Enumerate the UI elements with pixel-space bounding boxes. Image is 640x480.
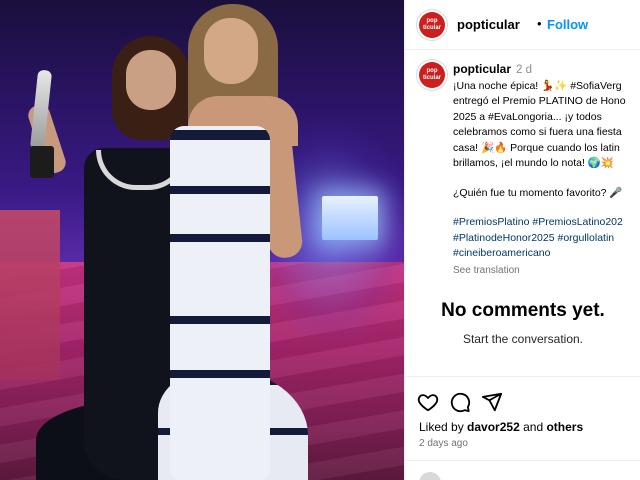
divider bbox=[405, 376, 640, 377]
stage-screen bbox=[322, 196, 378, 240]
likes-prefix: Liked by bbox=[419, 420, 464, 434]
caption-time[interactable]: 2 d bbox=[516, 64, 532, 76]
post-sidebar: pop ticular popticular • Follow pop ticu… bbox=[404, 0, 640, 480]
woman-right-face bbox=[204, 18, 258, 84]
caption-handle[interactable]: popticular bbox=[453, 62, 511, 76]
post-actions bbox=[417, 390, 503, 414]
post-date[interactable]: 2 days ago bbox=[419, 438, 468, 449]
woman-left-face bbox=[126, 50, 176, 110]
follow-button[interactable]: Follow bbox=[547, 17, 588, 32]
share-icon[interactable] bbox=[481, 391, 503, 413]
liked-by-user[interactable]: davor252 bbox=[467, 420, 520, 434]
likes-summary: Liked by davor252 and others bbox=[419, 420, 583, 434]
comment-icon[interactable] bbox=[449, 391, 471, 413]
post-header: pop ticular popticular • Follow bbox=[405, 0, 640, 50]
caption-avatar[interactable]: pop ticular bbox=[419, 62, 445, 88]
account-handle[interactable]: popticular bbox=[457, 17, 520, 32]
hashtag-line[interactable]: #cineiberoamericano bbox=[453, 246, 640, 262]
hashtag-line[interactable]: #PlatinodeHonor2025 #orgullolatin bbox=[453, 231, 640, 247]
avatar-text-bottom: ticular bbox=[422, 75, 441, 81]
no-comments-title: No comments yet. bbox=[441, 300, 605, 321]
caption-line: brillamos, ¡el mundo lo nota! 🌍💥 bbox=[453, 157, 614, 169]
caption-line: celebramos como si fuera una fiesta bbox=[453, 126, 622, 138]
caption-line: entregó el Premio PLATINO de Hono bbox=[453, 95, 626, 107]
current-user-avatar bbox=[419, 472, 441, 480]
avatar-text-bottom: ticular bbox=[422, 25, 441, 31]
avatar-text-top: pop bbox=[426, 68, 438, 74]
divider bbox=[405, 460, 640, 461]
liked-by-others[interactable]: others bbox=[546, 420, 583, 434]
see-translation-link[interactable]: See translation bbox=[453, 263, 640, 279]
post-caption: popticular 2 d ¡Una noche épica! 💃✨ #Sofi… bbox=[453, 62, 640, 278]
stage-left-wall bbox=[0, 210, 60, 380]
post-photo[interactable] bbox=[0, 0, 404, 480]
account-avatar[interactable]: pop ticular bbox=[419, 12, 445, 38]
caption-question: ¿Quién fue tu momento favorito? 🎤 bbox=[453, 186, 623, 199]
white-dress bbox=[170, 126, 270, 480]
empty-comments: No comments yet. Start the conversation. bbox=[405, 300, 640, 346]
avatar-text-top: pop bbox=[426, 18, 438, 24]
caption-line: casa! 🎉🔥 Porque cuando los latin bbox=[453, 141, 620, 154]
caption-line: ¡Una noche épica! 💃✨ #SofiaVerg bbox=[453, 79, 622, 92]
caption-line: 2025 a #EvaLongoria... ¡y todos bbox=[453, 110, 602, 123]
hashtag-line[interactable]: #PremiosPlatino #PremiosLatino202 bbox=[453, 215, 640, 231]
no-comments-subtitle: Start the conversation. bbox=[462, 332, 584, 346]
trophy-base bbox=[30, 146, 54, 178]
separator-dot: • bbox=[537, 16, 542, 31]
likes-middle: and bbox=[523, 420, 544, 434]
heart-icon[interactable] bbox=[417, 391, 439, 413]
